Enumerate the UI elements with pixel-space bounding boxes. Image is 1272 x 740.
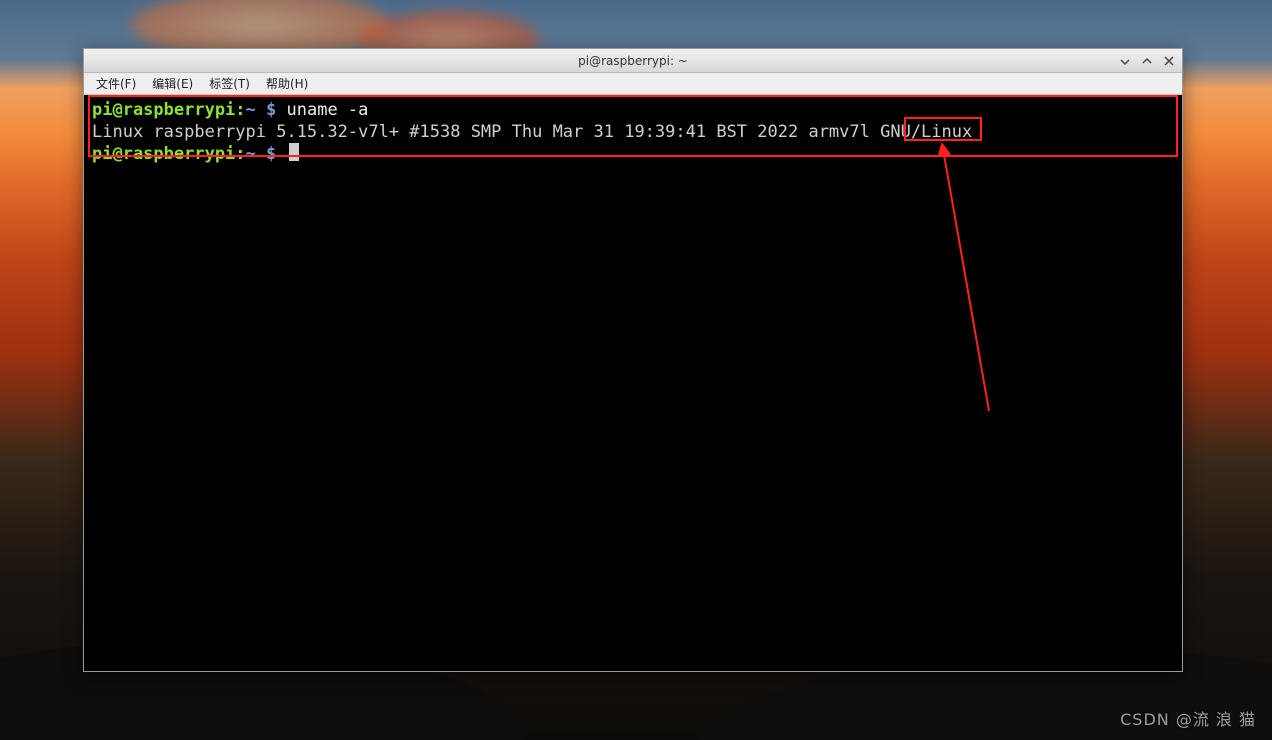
terminal-window: pi@raspberrypi: ~ 文件(F) 编辑(E) 标签(T) 帮助(H… bbox=[83, 48, 1183, 672]
output-post: GNU/Linux bbox=[870, 122, 972, 142]
prompt-user: pi@raspberrypi bbox=[92, 100, 235, 120]
terminal[interactable]: pi@raspberrypi:~ $ uname -a Linux raspbe… bbox=[84, 95, 1182, 671]
desktop-background: pi@raspberrypi: ~ 文件(F) 编辑(E) 标签(T) 帮助(H… bbox=[0, 0, 1272, 740]
prompt-sep: : bbox=[235, 144, 245, 164]
command-text: uname -a bbox=[287, 100, 369, 120]
watermark: CSDN @流 浪 猫 bbox=[1120, 706, 1256, 730]
output-arch: armv7l bbox=[808, 122, 869, 142]
prompt-dollar: $ bbox=[256, 144, 287, 164]
window-title: pi@raspberrypi: ~ bbox=[84, 54, 1182, 68]
menu-help[interactable]: 帮助(H) bbox=[260, 73, 314, 94]
menu-edit[interactable]: 编辑(E) bbox=[146, 73, 199, 94]
titlebar[interactable]: pi@raspberrypi: ~ bbox=[84, 49, 1182, 73]
prompt-path: ~ bbox=[246, 144, 256, 164]
menubar: 文件(F) 编辑(E) 标签(T) 帮助(H) bbox=[84, 73, 1182, 95]
close-button[interactable] bbox=[1162, 54, 1176, 68]
terminal-scroll-area[interactable]: pi@raspberrypi:~ $ uname -a Linux raspbe… bbox=[84, 95, 1182, 671]
output-pre: Linux raspberrypi 5.15.32-v7l+ #1538 SMP… bbox=[92, 122, 808, 142]
prompt-dollar: $ bbox=[256, 100, 287, 120]
output-line: Linux raspberrypi 5.15.32-v7l+ #1538 SMP… bbox=[92, 122, 972, 142]
minimize-button[interactable] bbox=[1118, 54, 1132, 68]
menu-tabs[interactable]: 标签(T) bbox=[203, 73, 256, 94]
prompt-user: pi@raspberrypi bbox=[92, 144, 235, 164]
prompt-path: ~ bbox=[246, 100, 256, 120]
cursor-block-icon bbox=[289, 143, 299, 161]
menu-file[interactable]: 文件(F) bbox=[90, 73, 142, 94]
prompt-sep: : bbox=[235, 100, 245, 120]
maximize-button[interactable] bbox=[1140, 54, 1154, 68]
